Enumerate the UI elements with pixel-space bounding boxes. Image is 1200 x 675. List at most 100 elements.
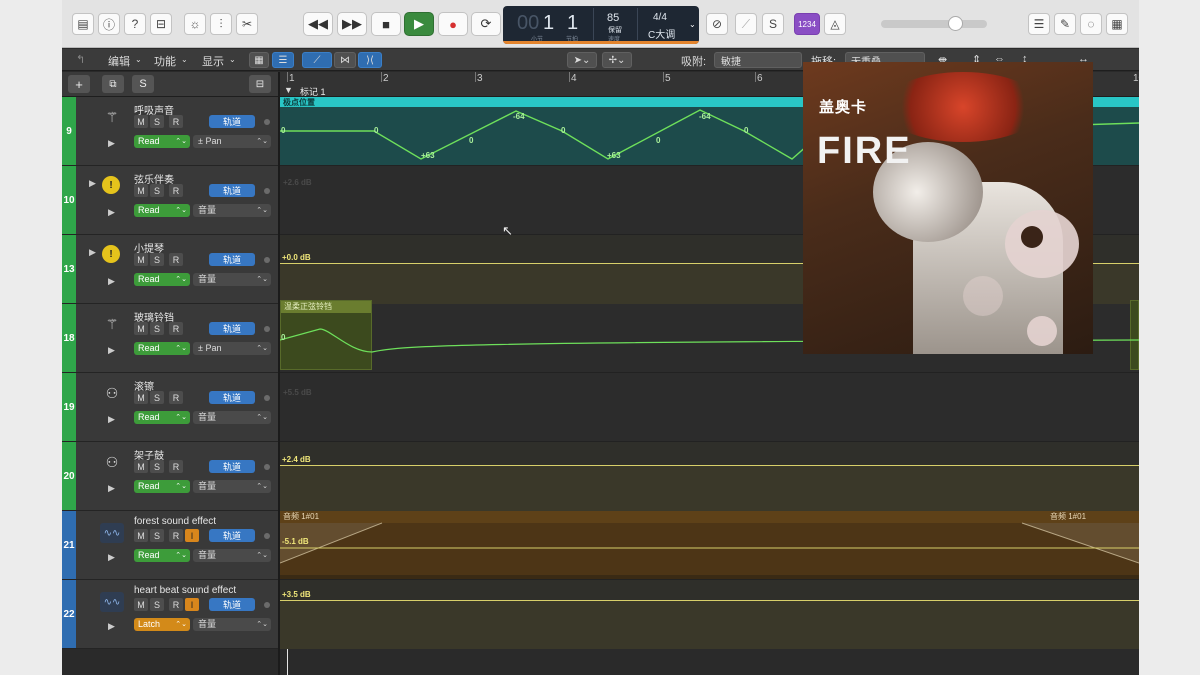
automation-button[interactable]: ⟋: [302, 52, 332, 68]
mute-button[interactable]: M: [134, 598, 148, 611]
track-header[interactable]: 13▶!小提琴MSR轨道▶Read音量: [62, 235, 278, 304]
duplicate-track-icon[interactable]: ⧉: [102, 75, 124, 93]
lcd-dropdown-icon[interactable]: ⌄: [689, 20, 696, 29]
track-header[interactable]: 19⚇滚镲MSR轨道▶Read音量: [62, 373, 278, 442]
record-enable-button[interactable]: R: [169, 529, 183, 542]
input-monitor-button[interactable]: I: [185, 598, 199, 611]
play-icon[interactable]: ▶: [108, 276, 115, 287]
count-in-button[interactable]: 1234: [794, 13, 820, 35]
back-icon[interactable]: ↰: [76, 53, 85, 66]
automation-parameter-select[interactable]: 音量: [193, 411, 271, 424]
info-icon[interactable]: ⓘ: [98, 13, 120, 35]
audio-lane[interactable]: 音频 1#01 音频 1#01 -5.1 dB: [280, 511, 1139, 580]
mixer-icon[interactable]: ⫶: [210, 13, 232, 35]
automation-mode-select[interactable]: Read: [134, 204, 190, 217]
automation-parameter-select[interactable]: 音量: [193, 204, 271, 217]
library-icon[interactable]: ▤: [72, 13, 94, 35]
lcd-display[interactable]: 00 1 1 小节 节拍 85 保留 速度 4/4 C大调 ⌄: [503, 6, 699, 44]
automation-mode-select[interactable]: Read: [134, 342, 190, 355]
mute-button[interactable]: M: [134, 322, 148, 335]
automation-mode-select[interactable]: Latch: [134, 618, 190, 631]
record-enable-button[interactable]: R: [169, 115, 183, 128]
record-enable-button[interactable]: R: [169, 184, 183, 197]
video-overlay[interactable]: 盖奥卡 FIRE: [803, 62, 1093, 354]
record-enable-button[interactable]: R: [169, 253, 183, 266]
disclosure-triangle-icon[interactable]: ▶: [89, 178, 96, 189]
automation-parameter-select[interactable]: 音量: [193, 549, 271, 562]
collapse-icon[interactable]: ⊟: [249, 75, 271, 93]
tuner-icon[interactable]: ⟋: [735, 13, 757, 35]
record-enable-button[interactable]: R: [169, 460, 183, 473]
master-volume-slider[interactable]: [881, 16, 987, 31]
mute-button[interactable]: M: [134, 460, 148, 473]
disclosure-triangle-icon[interactable]: ▶: [89, 247, 96, 258]
mute-button[interactable]: M: [134, 529, 148, 542]
solo-icon[interactable]: S: [762, 13, 784, 35]
audio-region[interactable]: 音频 1#01 音频 1#01: [280, 511, 1139, 575]
view-menu[interactable]: 显示: [202, 53, 224, 69]
mute-button[interactable]: M: [134, 391, 148, 404]
replace-icon[interactable]: ⊘: [706, 13, 728, 35]
solo-button[interactable]: S: [150, 529, 164, 542]
global-solo-button[interactable]: S: [132, 75, 154, 93]
edit-menu[interactable]: 编辑: [108, 53, 130, 69]
track-header[interactable]: 9⚚呼吸声音MSR轨道▶Read± Pan: [62, 97, 278, 166]
flex-button[interactable]: ⋈: [334, 52, 356, 68]
play-icon[interactable]: ▶: [108, 138, 115, 149]
record-enable-button[interactable]: R: [169, 391, 183, 404]
automation-mode-select[interactable]: Read: [134, 135, 190, 148]
catch-button[interactable]: ⟩⟨: [358, 52, 382, 68]
play-icon[interactable]: ▶: [108, 483, 115, 494]
automation-mode-select[interactable]: Read: [134, 411, 190, 424]
track-automation-button[interactable]: 轨道: [209, 184, 255, 197]
track-automation-button[interactable]: 轨道: [209, 322, 255, 335]
record-enable-button[interactable]: R: [169, 598, 183, 611]
list-editor-icon[interactable]: ☰: [1028, 13, 1050, 35]
solo-button[interactable]: S: [150, 322, 164, 335]
track-automation-button[interactable]: 轨道: [209, 115, 255, 128]
functions-menu[interactable]: 功能: [154, 53, 176, 69]
solo-button[interactable]: S: [150, 115, 164, 128]
track-automation-button[interactable]: 轨道: [209, 460, 255, 473]
automation-mode-select[interactable]: Read: [134, 480, 190, 493]
record-enable-button[interactable]: R: [169, 322, 183, 335]
track-header[interactable]: 20⚇架子鼓MSR轨道▶Read音量: [62, 442, 278, 511]
playhead-icon[interactable]: ▼: [284, 85, 293, 95]
mute-button[interactable]: M: [134, 115, 148, 128]
solo-button[interactable]: S: [150, 598, 164, 611]
help-icon[interactable]: ?: [124, 13, 146, 35]
track-automation-button[interactable]: 轨道: [209, 598, 255, 611]
track-automation-button[interactable]: 轨道: [209, 391, 255, 404]
grid-view-button[interactable]: ▦: [249, 52, 269, 68]
play-icon[interactable]: ▶: [108, 621, 115, 632]
automation-lane[interactable]: +5.5 dB: [280, 373, 1139, 442]
mute-button[interactable]: M: [134, 253, 148, 266]
track-automation-button[interactable]: 轨道: [209, 529, 255, 542]
pointer-tool[interactable]: ➤⌄: [567, 52, 597, 68]
solo-button[interactable]: S: [150, 391, 164, 404]
forward-button[interactable]: ▶▶: [337, 12, 367, 36]
track-name[interactable]: forest sound effect: [134, 516, 216, 527]
browser-icon[interactable]: ▦: [1106, 13, 1128, 35]
automation-parameter-select[interactable]: 音量: [193, 480, 271, 493]
secondary-tool[interactable]: ✢⌄: [602, 52, 632, 68]
cycle-button[interactable]: ⟳: [471, 12, 501, 36]
play-icon[interactable]: ▶: [108, 345, 115, 356]
add-track-button[interactable]: +: [68, 75, 90, 93]
automation-parameter-select[interactable]: 音量: [193, 273, 271, 286]
snap-select[interactable]: 敏捷: [714, 52, 802, 68]
track-header[interactable]: 10▶!弦乐伴奏MSR轨道▶Read音量: [62, 166, 278, 235]
track-name[interactable]: heart beat sound effect: [134, 585, 236, 596]
automation-mode-select[interactable]: Read: [134, 549, 190, 562]
rewind-button[interactable]: ◀◀: [303, 12, 333, 36]
play-icon[interactable]: ▶: [108, 207, 115, 218]
mute-button[interactable]: M: [134, 184, 148, 197]
solo-button[interactable]: S: [150, 253, 164, 266]
volume-knob[interactable]: [948, 16, 963, 31]
list-view-button[interactable]: ☰: [272, 52, 294, 68]
stop-button[interactable]: ■: [371, 12, 401, 36]
metronome-icon[interactable]: ◬: [824, 13, 846, 35]
settings-icon[interactable]: ☼: [184, 13, 206, 35]
notepad-icon[interactable]: ✎: [1054, 13, 1076, 35]
scissors-icon[interactable]: ✂: [236, 13, 258, 35]
